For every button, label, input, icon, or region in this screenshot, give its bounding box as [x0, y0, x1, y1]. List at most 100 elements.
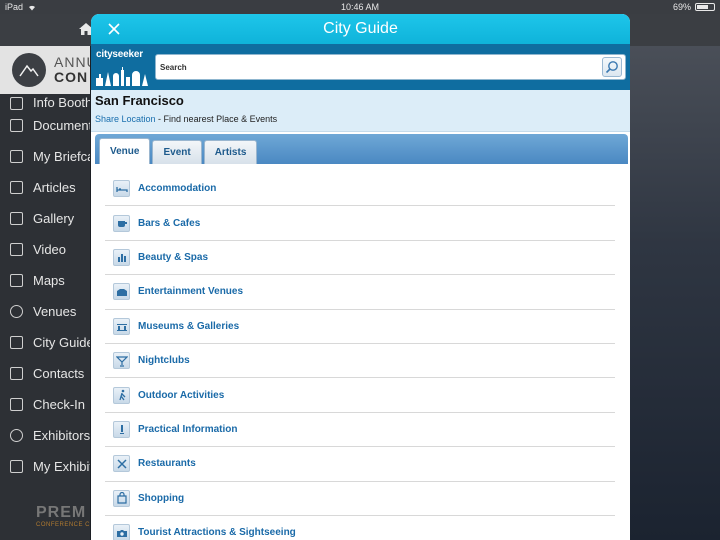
briefcase-icon [10, 150, 23, 163]
sidebar-item-venues[interactable]: Venues [0, 296, 90, 327]
category-item-shopping[interactable]: Shopping [105, 482, 615, 516]
category-item-restaurants[interactable]: Restaurants [105, 447, 615, 482]
sidebar-item-label: Maps [33, 273, 65, 288]
info-icon [113, 420, 130, 438]
modal-title-bar: City Guide [91, 14, 630, 44]
category-item-museums-galleries[interactable]: Museums & Galleries [105, 310, 615, 344]
museum-icon [113, 317, 130, 335]
background-sidebar: ANNU CON Info Booth Documents My Briefcase… [0, 46, 90, 540]
category-tabs: Venue Event Artists [95, 134, 628, 164]
category-label: Entertainment Venues [138, 286, 244, 298]
category-label: Restaurants [138, 458, 196, 470]
articles-icon [10, 181, 23, 194]
shopping-bag-icon [113, 489, 130, 507]
category-label: Museums & Galleries [138, 320, 240, 332]
sidebar-item-video[interactable]: Video [0, 234, 90, 265]
bed-icon [113, 180, 130, 198]
sidebar-item-label: Check-In [33, 397, 86, 412]
skyline-icon [96, 67, 148, 86]
sidebar-item-my-briefcase[interactable]: My Briefcase [0, 141, 90, 172]
search-field [155, 54, 626, 80]
city-name: San Francisco [95, 93, 184, 108]
city-guide-icon [10, 336, 23, 349]
coffee-cup-icon [113, 214, 130, 232]
fork-knife-icon [113, 455, 130, 473]
sidebar-item-my-exhibitors[interactable]: My Exhibitors [0, 451, 90, 482]
sidebar-item-label: Gallery [33, 211, 75, 226]
category-label: Outdoor Activities [138, 389, 225, 401]
category-label: Bars & Cafes [138, 217, 201, 229]
status-bar: iPad 10:46 AM 69% [0, 0, 720, 14]
category-label: Nightclubs [138, 355, 190, 367]
battery-icon [695, 3, 715, 11]
sidebar-item-label: Documents [33, 118, 90, 133]
search-icon [605, 61, 618, 74]
category-item-practical-information[interactable]: Practical Information [105, 413, 615, 448]
search-input[interactable] [160, 62, 602, 72]
category-label: Practical Information [138, 423, 238, 435]
sidebar-item-label: Contacts [33, 366, 85, 381]
info-icon [10, 97, 23, 110]
category-item-beauty-spas[interactable]: Beauty & Spas [105, 241, 615, 276]
camera-icon [113, 524, 130, 540]
sidebar-item-documents[interactable]: Documents [0, 110, 90, 141]
modal-title: City Guide [323, 20, 398, 37]
category-label: Beauty & Spas [138, 251, 209, 263]
sidebar-item-label: City Guide [33, 335, 90, 350]
category-item-bars-cafes[interactable]: Bars & Cafes [105, 206, 615, 241]
city-header: San Francisco Share Location - Find near… [91, 90, 630, 132]
sidebar-item-gallery[interactable]: Gallery [0, 203, 90, 234]
sidebar-item-label: Venues [33, 304, 77, 319]
sidebar-item-contacts[interactable]: Contacts [0, 358, 90, 389]
theater-icon [113, 283, 130, 301]
sidebar-item-label: Video [33, 242, 67, 257]
search-button[interactable] [602, 57, 622, 77]
cityseeker-logo: cityseeker [95, 47, 149, 87]
close-icon[interactable] [107, 22, 121, 36]
sidebar-item-exhibitors[interactable]: Exhibitors [0, 420, 90, 451]
background-header: ANNU CON [0, 46, 90, 94]
background-brand: ANNU CON [54, 54, 90, 85]
category-item-outdoor-activities[interactable]: Outdoor Activities [105, 378, 615, 413]
globe-icon [10, 429, 23, 442]
category-item-nightclubs[interactable]: Nightclubs [105, 344, 615, 379]
spa-icon [113, 248, 130, 266]
category-label: Accommodation [138, 183, 217, 195]
share-location-link[interactable]: Share Location [95, 114, 156, 124]
search-bar: cityseeker [91, 44, 630, 90]
sidebar-item-maps[interactable]: Maps [0, 265, 90, 296]
check-in-icon [10, 398, 23, 411]
hiker-icon [113, 386, 130, 404]
tab-event[interactable]: Event [152, 140, 202, 164]
sidebar-item-label: Info Booth [33, 95, 90, 110]
background-footer-logo: PREM CONFERENCE C [36, 504, 90, 528]
category-item-tourist-attractions-sightseeing[interactable]: Tourist Attractions & Sightseeing [105, 516, 615, 540]
exhibitors-icon [10, 460, 23, 473]
background-photo [630, 46, 720, 540]
sidebar-item-label: My Briefcase [33, 149, 90, 164]
category-label: Tourist Attractions & Sightseeing [138, 527, 296, 539]
category-item-entertainment-venues[interactable]: Entertainment Venues [105, 275, 615, 310]
sidebar-item-city-guide[interactable]: City Guide [0, 327, 90, 358]
category-list: Accommodation Bars & Cafes Beauty & Spas En… [105, 172, 615, 540]
documents-icon [10, 119, 23, 132]
battery-percent: 69% [672, 2, 691, 12]
share-location-hint: - Find nearest Place & Events [155, 114, 278, 124]
sidebar-item-info-booth[interactable]: Info Booth [0, 94, 90, 110]
maps-icon [10, 274, 23, 287]
tab-artists[interactable]: Artists [203, 140, 258, 164]
sidebar-item-check-in[interactable]: Check-In [0, 389, 90, 420]
location-pin-icon [10, 305, 23, 318]
sidebar-item-label: Articles [33, 180, 76, 195]
sidebar-item-articles[interactable]: Articles [0, 172, 90, 203]
sidebar-item-label: Exhibitors [33, 428, 90, 443]
mountain-logo-icon [12, 53, 46, 87]
share-location-line: Share Location - Find nearest Place & Ev… [95, 114, 626, 124]
gallery-icon [10, 212, 23, 225]
city-guide-modal: City Guide cityseeker San Francisco Shar… [91, 14, 630, 540]
sidebar-item-label: My Exhibitors [33, 459, 90, 474]
tab-venue[interactable]: Venue [99, 138, 151, 164]
contacts-icon [10, 367, 23, 380]
category-item-accommodation[interactable]: Accommodation [105, 172, 615, 207]
category-label: Shopping [138, 492, 185, 504]
